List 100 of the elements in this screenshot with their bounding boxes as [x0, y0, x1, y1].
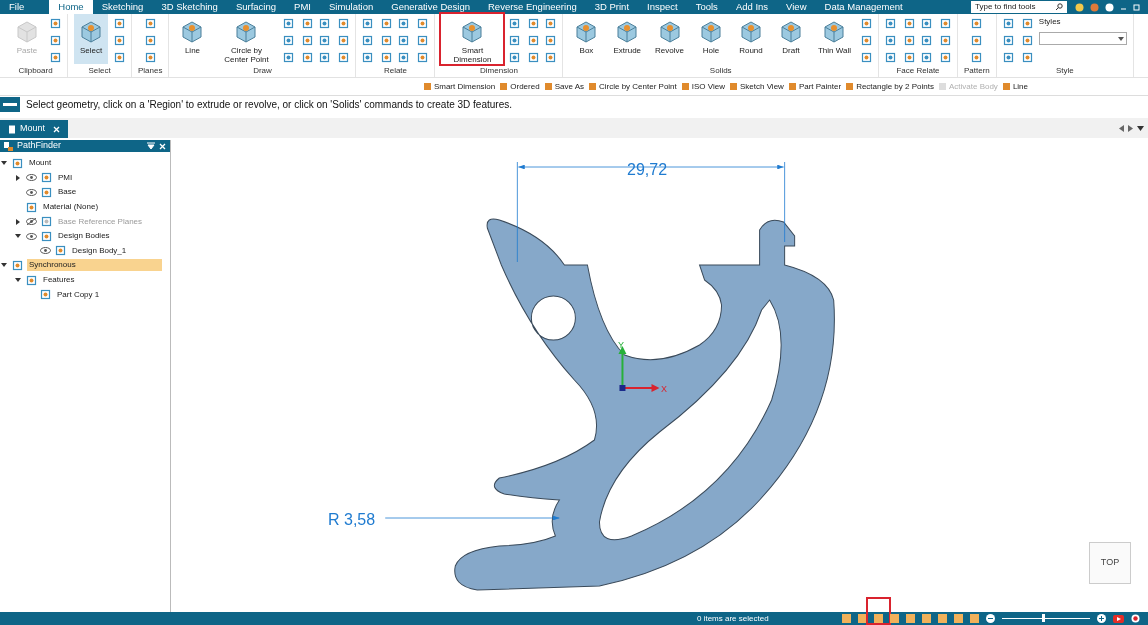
tree-item[interactable]: Features: [41, 274, 77, 287]
node-icon[interactable]: [40, 289, 51, 301]
menu-tab[interactable]: Home: [49, 0, 93, 15]
expand-toggle-icon[interactable]: [15, 218, 21, 225]
tree-item[interactable]: Design Body_1: [70, 244, 129, 257]
tool-icon[interactable]: [509, 52, 521, 63]
tool-icon[interactable]: [417, 18, 429, 29]
tree-item[interactable]: Design Bodies: [56, 230, 112, 243]
toolbar-button[interactable]: Sketch View: [729, 80, 784, 93]
tool-icon[interactable]: [545, 52, 557, 63]
tool-icon[interactable]: [144, 52, 156, 63]
tool-icon[interactable]: [904, 35, 915, 46]
toolbar-button[interactable]: Rectangle by 2 Points: [845, 80, 934, 93]
tool-icon[interactable]: [509, 18, 521, 29]
toolbar-button[interactable]: Smart Dimension: [422, 80, 496, 93]
expand-toggle-icon[interactable]: [1, 262, 7, 269]
tool-icon[interactable]: [319, 52, 331, 63]
ribbon-button[interactable]: Revolve: [651, 14, 688, 64]
tool-icon[interactable]: [545, 35, 557, 46]
video-icon[interactable]: [1113, 614, 1124, 623]
toolbar-button[interactable]: Circle by Center Point: [588, 80, 677, 93]
tool-icon[interactable]: [319, 35, 331, 46]
tool-icon[interactable]: [114, 52, 125, 63]
zoom-in-icon[interactable]: [1097, 614, 1106, 623]
expand-toggle-icon[interactable]: [15, 233, 21, 240]
node-icon[interactable]: [41, 230, 52, 242]
tool-icon[interactable]: [362, 18, 374, 29]
eye-icon[interactable]: [40, 247, 51, 255]
tool-icon[interactable]: [885, 52, 896, 63]
expand-toggle-icon[interactable]: [1, 160, 7, 167]
tool-icon[interactable]: [50, 52, 61, 63]
close-icon[interactable]: [53, 125, 60, 133]
node-icon[interactable]: [26, 274, 37, 286]
expand-toggle-icon[interactable]: [15, 174, 21, 181]
tool-icon[interactable]: [861, 35, 872, 46]
tool-icon[interactable]: [921, 18, 932, 29]
tool-icon[interactable]: [381, 18, 393, 29]
tool-icon[interactable]: [114, 35, 125, 46]
view-cube[interactable]: TOP: [1089, 542, 1131, 584]
tool-icon[interactable]: [338, 52, 350, 63]
tool-icon[interactable]: [921, 35, 932, 46]
ribbon-button[interactable]: Line: [175, 14, 210, 64]
eye-icon[interactable]: [26, 189, 37, 196]
menu-tab[interactable]: File: [0, 0, 34, 14]
tool-icon[interactable]: [1002, 52, 1014, 63]
search-field[interactable]: Type to find tools: [971, 1, 1067, 13]
toolbar-button[interactable]: Ordered: [499, 80, 540, 93]
tool-icon[interactable]: [971, 18, 983, 29]
ribbon-button[interactable]: Circle by Center Point: [215, 14, 278, 64]
document-tab[interactable]: Mount: [0, 120, 68, 138]
tool-icon[interactable]: [1002, 18, 1014, 29]
tool-icon[interactable]: [302, 18, 314, 29]
tool-icon[interactable]: [528, 52, 540, 63]
tree-item[interactable]: Mount: [27, 157, 54, 170]
menu-tab[interactable]: Surfacing: [226, 0, 286, 14]
tree-item[interactable]: Synchronous: [27, 259, 162, 272]
slider-thumb[interactable]: [1041, 614, 1045, 622]
eye-icon[interactable]: [26, 232, 37, 240]
tool-icon[interactable]: [417, 52, 429, 63]
record-icon[interactable]: [1131, 614, 1140, 623]
ribbon-button[interactable]: Select: [74, 14, 108, 64]
tool-icon[interactable]: [144, 18, 156, 29]
tool-icon[interactable]: [338, 18, 350, 29]
ribbon-button[interactable]: Round: [733, 14, 768, 64]
tool-icon[interactable]: [362, 35, 374, 46]
toolbar-button[interactable]: Line: [1001, 80, 1028, 93]
menu-tab[interactable]: View: [777, 0, 816, 14]
tool-icon[interactable]: [302, 35, 314, 46]
tool-icon[interactable]: [283, 35, 295, 46]
tool-icon[interactable]: [885, 35, 896, 46]
toolbar-button[interactable]: Part Painter: [787, 80, 842, 93]
tool-icon[interactable]: [398, 18, 410, 29]
hidden-eye-icon[interactable]: [26, 218, 37, 226]
menu-tab[interactable]: Add Ins: [726, 0, 778, 14]
close-icon[interactable]: [159, 142, 166, 150]
tool-icon[interactable]: [971, 35, 983, 46]
tool-icon[interactable]: [940, 35, 951, 46]
tool-icon[interactable]: [545, 18, 557, 29]
toolbar-button[interactable]: ISO View: [680, 80, 725, 93]
menu-tab[interactable]: 3D Print: [585, 0, 639, 14]
menu-tab[interactable]: Inspect: [638, 0, 687, 14]
tool-icon[interactable]: [381, 35, 393, 46]
tool-icon[interactable]: [362, 52, 374, 63]
dimension-value[interactable]: R 3,58: [328, 508, 376, 532]
tree-item[interactable]: PMI: [56, 171, 75, 184]
node-icon[interactable]: [41, 187, 52, 198]
ribbon-button[interactable]: Hole: [693, 14, 728, 64]
tool-icon[interactable]: [381, 52, 393, 63]
node-icon[interactable]: [41, 172, 52, 184]
menu-tab[interactable]: Generative Design: [382, 0, 479, 14]
tool-icon[interactable]: [50, 35, 61, 46]
tool-icon[interactable]: [338, 35, 350, 46]
menu-tab[interactable]: Reverse Engineering: [479, 0, 586, 14]
tree-item[interactable]: Material (None): [41, 201, 101, 214]
tool-icon[interactable]: [904, 52, 915, 63]
ribbon-button[interactable]: Smart Dimension: [441, 14, 504, 64]
node-icon[interactable]: [26, 201, 37, 213]
tree-item[interactable]: Part Copy 1: [55, 288, 102, 301]
left-arrow-icon[interactable]: [1119, 124, 1124, 132]
tool-icon[interactable]: [1021, 52, 1033, 63]
